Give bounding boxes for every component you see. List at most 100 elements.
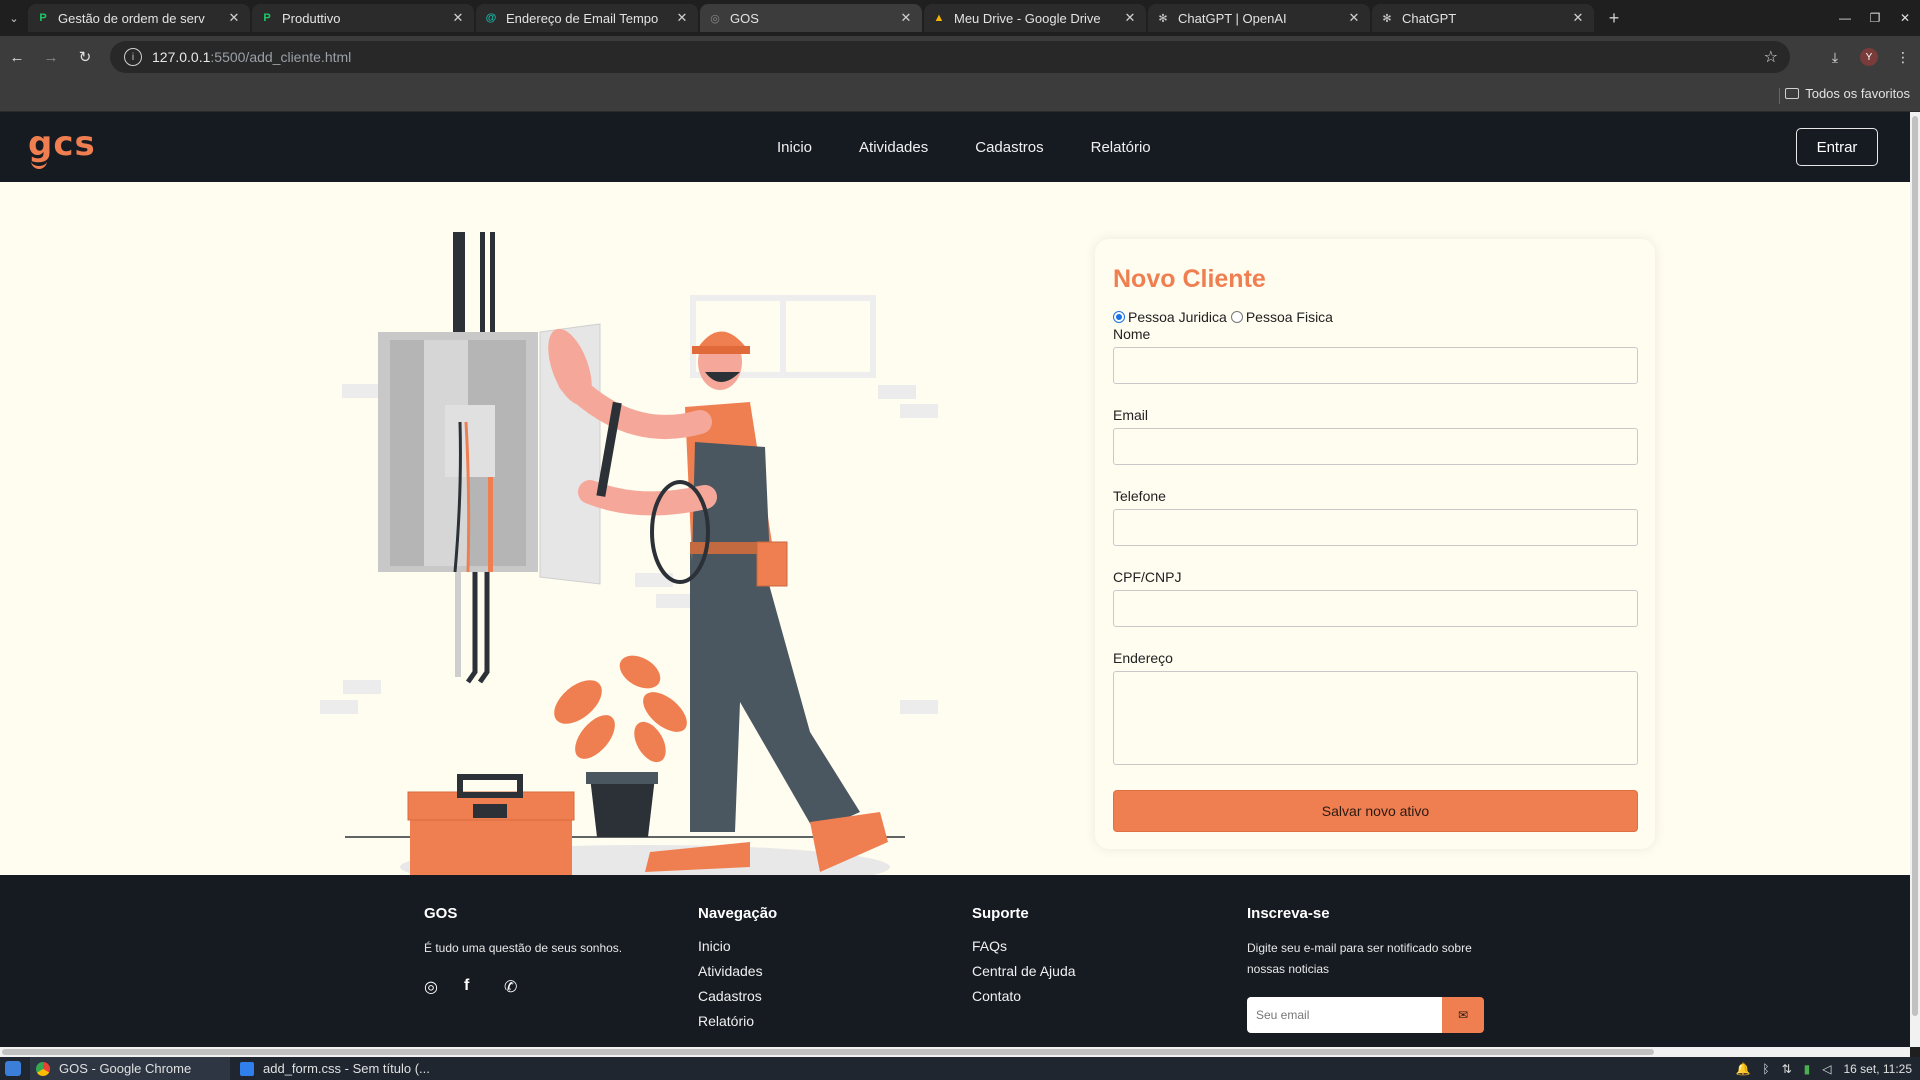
close-window-icon[interactable]: ✕ <box>1890 11 1920 25</box>
address-bar[interactable]: i 127.0.0.1:5500/add_cliente.html ☆ <box>110 41 1790 73</box>
window-controls: — ❐ ✕ <box>1830 0 1920 36</box>
battery-icon[interactable]: ▮ <box>1804 1062 1811 1076</box>
cpf-cnpj-field[interactable] <box>1113 590 1638 627</box>
login-button[interactable]: Entrar <box>1796 128 1878 166</box>
close-tab-icon[interactable]: ✕ <box>1122 10 1138 26</box>
close-tab-icon[interactable]: ✕ <box>1570 10 1586 26</box>
instagram-icon[interactable]: ◎ <box>424 977 464 997</box>
footer-link-faqs[interactable]: FAQs <box>972 938 1076 954</box>
vertical-scroll-thumb[interactable] <box>1912 116 1918 1016</box>
vertical-scrollbar[interactable] <box>1910 112 1920 1047</box>
whatsapp-icon[interactable]: ✆ <box>504 977 544 997</box>
radio-pessoa-fisica[interactable] <box>1230 311 1243 323</box>
endereco-textarea[interactable] <box>1113 671 1638 765</box>
back-icon[interactable]: ← <box>0 49 34 66</box>
new-client-form: Novo Cliente Pessoa Juridica Pessoa Fisi… <box>1095 239 1655 849</box>
horizontal-scroll-thumb[interactable] <box>2 1049 1654 1055</box>
nome-label: Nome <box>1113 326 1151 342</box>
footer-link-atividades[interactable]: Atividades <box>698 963 777 979</box>
radio-pessoa-juridica[interactable] <box>1113 311 1125 323</box>
horizontal-scrollbar[interactable] <box>0 1047 1910 1057</box>
menu-kebab-icon[interactable]: ⋮ <box>1886 49 1920 66</box>
browser-tab-active[interactable]: ◎ GOS ✕ <box>700 4 922 32</box>
openai-favicon-icon: ✻ <box>1382 12 1392 25</box>
email-field[interactable] <box>1113 428 1638 465</box>
browser-toolbar: ← → ↻ i 127.0.0.1:5500/add_cliente.html … <box>0 36 1920 78</box>
browser-tab[interactable]: ✻ ChatGPT ✕ <box>1372 4 1594 32</box>
tab-search-icon[interactable]: ⌄ <box>0 0 28 36</box>
globe-favicon-icon: ◎ <box>710 12 720 25</box>
browser-tab[interactable]: P Produttivo ✕ <box>252 4 474 32</box>
restore-icon[interactable]: ❐ <box>1860 11 1890 25</box>
tab-title: Endereço de Email Tempo <box>506 10 659 26</box>
download-icon[interactable]: ⤓ <box>1818 49 1852 66</box>
close-tab-icon[interactable]: ✕ <box>674 10 690 26</box>
new-tab-button[interactable]: + <box>1600 4 1628 32</box>
page-viewport: gcs Inicio Atividades Cadastros Relatóri… <box>0 112 1910 1047</box>
browser-tab[interactable]: ▲ Meu Drive - Google Drive ✕ <box>924 4 1146 32</box>
site-logo[interactable]: gcs <box>28 124 96 169</box>
minimize-icon[interactable]: — <box>1830 11 1860 25</box>
save-button[interactable]: Salvar novo ativo <box>1113 790 1638 832</box>
browser-tab[interactable]: P Gestão de ordem de serv ✕ <box>28 4 250 32</box>
produttivo-favicon-icon: P <box>263 12 271 24</box>
email-label: Email <box>1113 407 1149 423</box>
radio-juridica-label[interactable]: Pessoa Juridica <box>1128 309 1227 325</box>
footer-link-help-center[interactable]: Central de Ajuda <box>972 963 1076 979</box>
chrome-icon <box>36 1061 50 1076</box>
footer-link-contact[interactable]: Contato <box>972 988 1076 1004</box>
facebook-icon[interactable]: f <box>464 977 504 997</box>
forward-icon[interactable]: → <box>34 49 68 66</box>
site-info-icon[interactable]: i <box>124 48 142 66</box>
radio-fisica-label[interactable]: Pessoa Fisica <box>1246 309 1333 325</box>
footer-link-relatorio[interactable]: Relatório <box>698 1013 777 1029</box>
url-path: :5500/add_cliente.html <box>210 49 352 65</box>
notification-bell-icon[interactable]: 🔔 <box>1735 1062 1750 1076</box>
nav-atividades[interactable]: Atividades <box>859 139 928 156</box>
clock[interactable]: 16 set, 11:25 <box>1844 1062 1913 1076</box>
footer-nav-title: Navegação <box>698 905 778 922</box>
url-host: 127.0.0.1 <box>152 49 211 65</box>
form-title: Novo Cliente <box>1113 265 1266 293</box>
cpf-cnpj-label: CPF/CNPJ <box>1113 569 1182 585</box>
bluetooth-icon[interactable]: ᛒ <box>1762 1062 1769 1076</box>
footer-support-title: Suporte <box>972 905 1029 922</box>
bookmark-star-icon[interactable]: ☆ <box>1764 47 1778 67</box>
social-links: ◎ f ✆ <box>424 977 622 997</box>
footer-link-cadastros[interactable]: Cadastros <box>698 988 777 1004</box>
reload-icon[interactable]: ↻ <box>68 48 102 66</box>
network-icon[interactable]: ⇅ <box>1782 1062 1792 1076</box>
footer-link-inicio[interactable]: Inicio <box>698 938 777 954</box>
taskbar-item-vscode[interactable]: add_form.css - Sem título (... <box>234 1057 474 1080</box>
taskbar-item-chrome[interactable]: GOS - Google Chrome <box>30 1057 230 1080</box>
nome-field[interactable] <box>1113 347 1638 384</box>
taskbar-item-label: GOS - Google Chrome <box>59 1061 192 1076</box>
footer-nav-column: Navegação Inicio Atividades Cadastros Re… <box>698 905 777 1038</box>
logo-text: gcs <box>28 124 96 164</box>
subscribe-email-input[interactable]: Seu email <box>1247 997 1442 1033</box>
email-favicon-icon: @ <box>485 12 497 24</box>
tab-title: Produttivo <box>282 10 341 26</box>
start-menu-icon[interactable] <box>5 1061 21 1076</box>
close-tab-icon[interactable]: ✕ <box>226 10 242 26</box>
nav-inicio[interactable]: Inicio <box>777 139 812 156</box>
site-footer: GOS É tudo uma questão de seus sonhos. ◎… <box>0 875 1910 1047</box>
profile-avatar[interactable]: Y <box>1860 48 1878 66</box>
taskbar-item-label: add_form.css - Sem título (... <box>263 1061 430 1076</box>
browser-tab[interactable]: ✻ ChatGPT | OpenAI ✕ <box>1148 4 1370 32</box>
all-bookmarks-button[interactable]: Todos os favoritos <box>1785 86 1910 101</box>
all-bookmarks-label: Todos os favoritos <box>1805 86 1910 101</box>
browser-tab[interactable]: @ Endereço de Email Tempo ✕ <box>476 4 698 32</box>
close-tab-icon[interactable]: ✕ <box>450 10 466 26</box>
telefone-field[interactable] <box>1113 509 1638 546</box>
openai-favicon-icon: ✻ <box>1158 12 1168 25</box>
close-tab-icon[interactable]: ✕ <box>898 10 914 26</box>
volume-icon[interactable]: ◁ <box>1822 1062 1831 1076</box>
nav-relatorio[interactable]: Relatório <box>1091 139 1151 156</box>
footer-brand: GOS <box>424 905 458 922</box>
nav-cadastros[interactable]: Cadastros <box>975 139 1043 156</box>
folder-icon <box>1785 88 1800 99</box>
subscribe-send-button[interactable]: ✉ <box>1442 997 1484 1033</box>
close-tab-icon[interactable]: ✕ <box>1346 10 1362 26</box>
drive-favicon-icon: ▲ <box>933 12 945 24</box>
